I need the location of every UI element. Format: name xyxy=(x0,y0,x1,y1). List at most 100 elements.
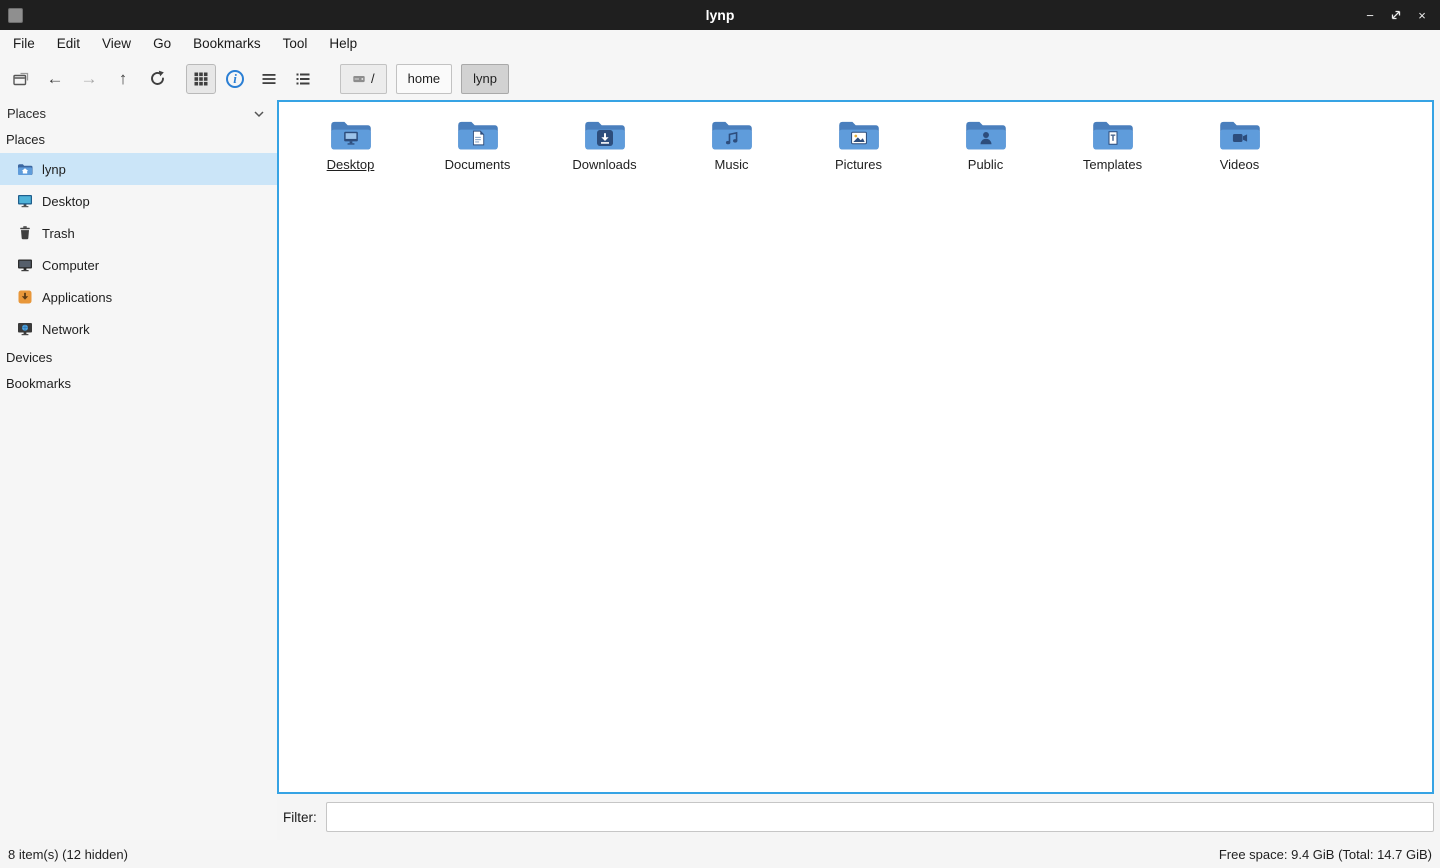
menu-go[interactable]: Go xyxy=(142,32,182,55)
forward-button[interactable]: → xyxy=(74,64,104,94)
emblem-person-icon xyxy=(978,130,994,146)
folder-item-videos[interactable]: Videos xyxy=(1176,112,1303,172)
folder-icon xyxy=(329,116,373,152)
file-manager-window: lynp − × File Edit View Go Bookmarks Too… xyxy=(0,0,1440,868)
up-arrow-icon: ↑ xyxy=(119,70,128,87)
sidebar-item-trash[interactable]: Trash xyxy=(0,217,277,249)
folder-icon xyxy=(964,116,1008,152)
hamburger-icon xyxy=(261,71,277,87)
folder-item-downloads[interactable]: Downloads xyxy=(541,112,668,172)
sidebar-item-label: lynp xyxy=(42,162,66,177)
drive-icon xyxy=(352,72,366,86)
content-area: Places Places lynp xyxy=(0,100,1440,840)
sidebar: Places Places lynp xyxy=(0,100,277,840)
applications-icon xyxy=(17,289,33,305)
menu-edit[interactable]: Edit xyxy=(46,32,91,55)
trash-icon xyxy=(17,225,33,241)
folder-label: Music xyxy=(715,157,749,172)
new-window-icon xyxy=(12,70,30,88)
network-icon xyxy=(17,321,33,337)
reload-icon xyxy=(149,70,166,87)
folder-label: Templates xyxy=(1083,157,1142,172)
icon-view-button[interactable] xyxy=(186,64,216,94)
path-root-button[interactable]: / xyxy=(340,64,387,94)
window-controls: − × xyxy=(1360,5,1440,25)
folder-item-public[interactable]: Public xyxy=(922,112,1049,172)
close-icon[interactable]: × xyxy=(1412,5,1432,25)
sidebar-panel-selector[interactable]: Places xyxy=(0,100,277,127)
sidebar-item-desktop[interactable]: Desktop xyxy=(0,185,277,217)
folder-item-templates[interactable]: Templates xyxy=(1049,112,1176,172)
app-icon xyxy=(8,8,23,23)
back-arrow-icon: ← xyxy=(47,70,64,87)
sidebar-panel-title: Places xyxy=(7,106,46,121)
sidebar-item-network[interactable]: Network xyxy=(0,313,277,345)
status-items-count: 8 item(s) (12 hidden) xyxy=(8,847,128,862)
sidebar-item-label: Trash xyxy=(42,226,75,241)
restore-icon[interactable] xyxy=(1386,5,1406,25)
sidebar-item-applications[interactable]: Applications xyxy=(0,281,277,313)
path-bar: / home lynp xyxy=(340,64,509,94)
filter-row: Filter: xyxy=(277,794,1434,840)
emblem-download-icon xyxy=(597,130,613,146)
forward-arrow-icon: → xyxy=(81,70,98,87)
menu-file[interactable]: File xyxy=(2,32,46,55)
sidebar-item-lynp[interactable]: lynp xyxy=(0,153,277,185)
emblem-document-icon xyxy=(470,130,486,146)
sidebar-item-label: Computer xyxy=(42,258,99,273)
menu-bookmarks[interactable]: Bookmarks xyxy=(182,32,272,55)
path-segment-lynp[interactable]: lynp xyxy=(461,64,509,94)
thumbnail-view-button[interactable]: i xyxy=(220,64,250,94)
path-lynp-label: lynp xyxy=(473,71,497,86)
list-view-icon xyxy=(295,71,311,87)
folder-icon xyxy=(583,116,627,152)
folder-item-music[interactable]: Music xyxy=(668,112,795,172)
compact-view-button[interactable] xyxy=(254,64,284,94)
folder-item-pictures[interactable]: Pictures xyxy=(795,112,922,172)
computer-icon xyxy=(17,257,33,273)
folder-icon xyxy=(837,116,881,152)
filter-input[interactable] xyxy=(326,802,1434,832)
folder-label: Downloads xyxy=(572,157,636,172)
toolbar: ← → ↑ i xyxy=(0,57,1440,100)
right-pane: Desktop Documents xyxy=(277,100,1434,840)
sidebar-item-label: Desktop xyxy=(42,194,90,209)
titlebar: lynp − × xyxy=(0,0,1440,30)
back-button[interactable]: ← xyxy=(40,64,70,94)
emblem-video-icon xyxy=(1232,130,1248,146)
sidebar-category-devices[interactable]: Devices xyxy=(0,345,277,371)
minimize-icon[interactable]: − xyxy=(1360,5,1380,25)
sidebar-item-label: Applications xyxy=(42,290,112,305)
folder-label: Public xyxy=(968,157,1003,172)
folder-label: Documents xyxy=(445,157,511,172)
folder-label: Videos xyxy=(1220,157,1260,172)
up-button[interactable]: ↑ xyxy=(108,64,138,94)
folder-icon xyxy=(1218,116,1262,152)
sidebar-item-label: Network xyxy=(42,322,90,337)
folder-item-desktop[interactable]: Desktop xyxy=(287,112,414,172)
window-title: lynp xyxy=(0,7,1440,23)
home-folder-icon xyxy=(17,161,33,177)
folder-icon xyxy=(456,116,500,152)
info-icon: i xyxy=(226,70,244,88)
menu-view[interactable]: View xyxy=(91,32,142,55)
chevron-down-icon xyxy=(253,110,265,118)
path-segment-home[interactable]: home xyxy=(396,64,453,94)
emblem-template-icon xyxy=(1105,130,1121,146)
desktop-icon xyxy=(17,193,33,209)
path-home-label: home xyxy=(408,71,441,86)
folder-label: Pictures xyxy=(835,157,882,172)
folder-item-documents[interactable]: Documents xyxy=(414,112,541,172)
sidebar-item-computer[interactable]: Computer xyxy=(0,249,277,281)
emblem-picture-icon xyxy=(851,130,867,146)
reload-button[interactable] xyxy=(142,64,172,94)
folder-view[interactable]: Desktop Documents xyxy=(277,100,1434,794)
filter-label: Filter: xyxy=(283,810,317,825)
menu-tool[interactable]: Tool xyxy=(272,32,319,55)
sidebar-category-places[interactable]: Places xyxy=(0,127,277,153)
menu-help[interactable]: Help xyxy=(318,32,368,55)
detailed-list-view-button[interactable] xyxy=(288,64,318,94)
statusbar: 8 item(s) (12 hidden) Free space: 9.4 Gi… xyxy=(0,840,1440,868)
new-tab-button[interactable] xyxy=(6,64,36,94)
sidebar-category-bookmarks[interactable]: Bookmarks xyxy=(0,371,277,397)
